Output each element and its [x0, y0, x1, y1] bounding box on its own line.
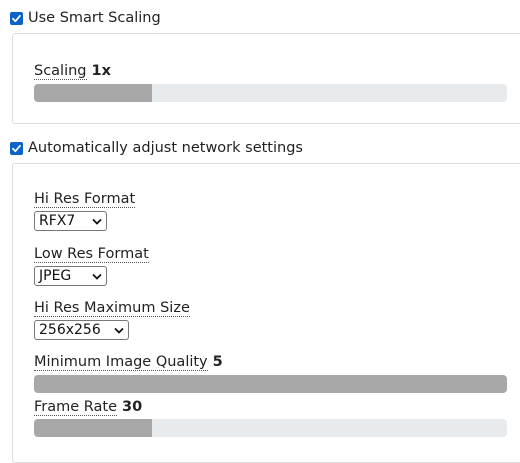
auto-network-checkbox[interactable] — [10, 141, 23, 155]
frame-rate-slider[interactable] — [34, 419, 507, 437]
chevron-down-icon — [114, 327, 124, 334]
min-image-quality-name: Minimum Image Quality — [34, 354, 208, 371]
min-image-quality-slider[interactable] — [34, 375, 507, 393]
scaling-slider-fill — [34, 84, 153, 102]
chevron-down-icon — [92, 273, 102, 280]
hi-res-format-label: Hi Res Format — [34, 190, 136, 208]
auto-network-label: Automatically adjust network settings — [28, 140, 303, 156]
scaling-label: Scaling 1x — [34, 62, 111, 80]
smart-scaling-label: Use Smart Scaling — [28, 10, 161, 26]
min-image-quality-value: 5 — [212, 354, 223, 370]
auto-network-toggle[interactable]: Automatically adjust network settings — [10, 138, 303, 158]
min-image-quality-label: Minimum Image Quality 5 — [34, 353, 223, 371]
low-res-format-value: JPEG — [39, 268, 72, 284]
hi-res-max-size-select[interactable]: 256x256 — [34, 320, 129, 340]
scaling-value: 1x — [91, 63, 111, 79]
smart-scaling-checkbox[interactable] — [10, 11, 23, 25]
hi-res-format-select[interactable]: RFX7 — [34, 211, 107, 231]
frame-rate-name: Frame Rate — [34, 399, 118, 416]
frame-rate-slider-fill — [34, 419, 153, 437]
hi-res-format-value: RFX7 — [39, 213, 76, 229]
hi-res-max-size-name: Hi Res Maximum Size — [34, 300, 190, 317]
min-image-quality-slider-fill — [34, 375, 507, 393]
check-icon — [12, 144, 21, 152]
hi-res-max-size-value: 256x256 — [39, 322, 101, 338]
low-res-format-name: Low Res Format — [34, 246, 149, 263]
smart-scaling-group: Scaling 1x — [12, 33, 520, 124]
hi-res-format-name: Hi Res Format — [34, 191, 136, 208]
chevron-down-icon — [92, 218, 102, 225]
low-res-format-label: Low Res Format — [34, 245, 149, 263]
network-group: Hi Res Format RFX7 Low Res Format JPEG H… — [12, 163, 520, 463]
frame-rate-value: 30 — [122, 399, 143, 415]
smart-scaling-toggle[interactable]: Use Smart Scaling — [10, 8, 161, 28]
scaling-slider[interactable] — [34, 84, 507, 102]
check-icon — [12, 14, 21, 22]
hi-res-max-size-label: Hi Res Maximum Size — [34, 299, 190, 317]
frame-rate-label: Frame Rate 30 — [34, 398, 142, 416]
scaling-name: Scaling — [34, 63, 87, 80]
low-res-format-select[interactable]: JPEG — [34, 266, 107, 286]
